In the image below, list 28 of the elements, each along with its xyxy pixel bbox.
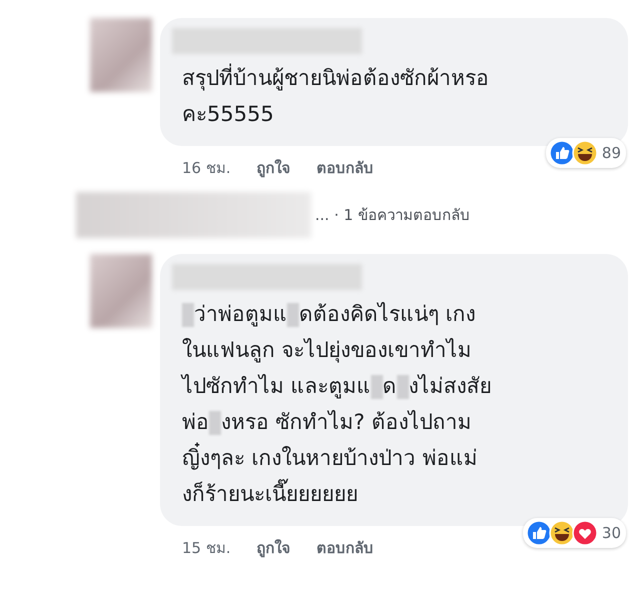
- censor-blur: [396, 375, 409, 400]
- laughing-face-icon: [548, 520, 575, 546]
- thumbs-up-icon: [548, 140, 575, 166]
- reaction-badge[interactable]: 89: [546, 138, 626, 168]
- thumbs-up-icon: [526, 520, 552, 546]
- comment-text: ไปซักทำไม และตูมแ: [182, 374, 371, 398]
- comment-text: งไม่สงสัย: [408, 374, 492, 398]
- reaction-badge[interactable]: 30: [522, 518, 626, 548]
- censor-blur: [209, 411, 221, 436]
- comment-text: งหรอ ซักทำไม? ต้องไปถาม: [221, 410, 472, 434]
- comment-text: ด: [382, 374, 397, 398]
- comment-time: 16 ชม.: [182, 158, 231, 179]
- censor-blur: [370, 375, 383, 400]
- comment-text: ดต้องคิดไรแน่ๆ เกง: [299, 302, 476, 326]
- like-link[interactable]: ถูกใจ: [256, 536, 291, 560]
- reply-link[interactable]: ตอบกลับ: [316, 536, 374, 560]
- like-link[interactable]: ถูกใจ: [256, 156, 291, 180]
- censor-blur: [182, 303, 194, 328]
- laughing-face-icon: [572, 140, 598, 166]
- comment-text: สรุปที่บ้านผู้ชายนิพ่อต้องซักผ้าหรอ: [182, 66, 489, 90]
- comment-time: 15 ชม.: [182, 538, 231, 559]
- censor-blur: [287, 303, 299, 328]
- comment-text: คะ55555: [182, 102, 274, 126]
- comment-text: ว่าพ่อตูมแ: [194, 302, 287, 326]
- reply-link[interactable]: ตอบกลับ: [316, 156, 374, 180]
- comment-text: ในแฟนลูก จะไปยุ่งของเขาทำไม: [182, 338, 472, 362]
- comment-text: พ่อ: [182, 410, 209, 434]
- replies-link[interactable]: ... · 1 ข้อความตอบกลับ: [315, 203, 470, 227]
